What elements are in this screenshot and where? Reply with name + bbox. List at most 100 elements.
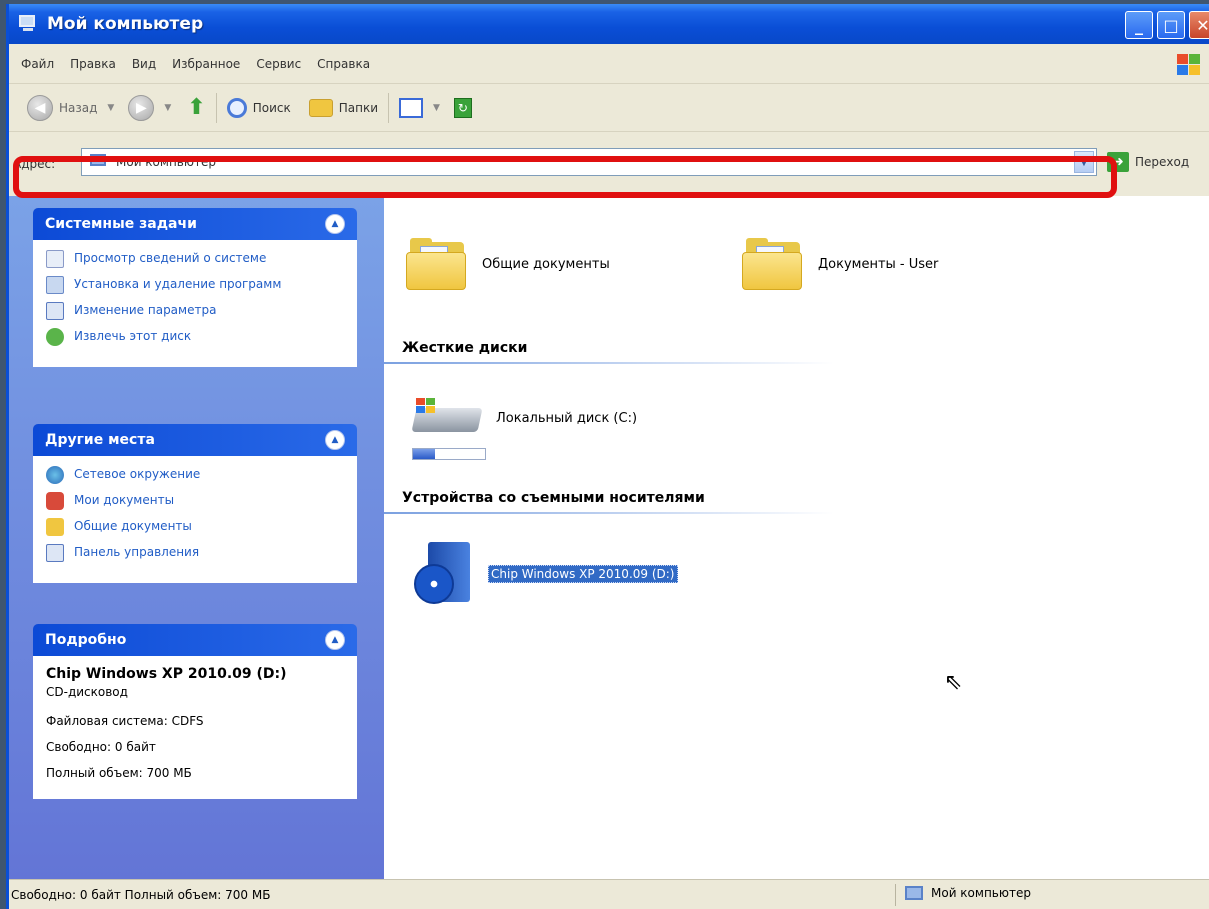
task-label: Установка и удаление программ [74, 277, 282, 291]
views-button[interactable]: ▼ [399, 97, 440, 118]
details-item-name: Chip Windows XP 2010.09 (D:) [46, 666, 287, 682]
task-label: Просмотр сведений о системе [74, 251, 267, 265]
back-arrow-icon: ◀ [27, 94, 53, 121]
drive-usage-bar [412, 448, 486, 460]
menu-bar: Файл Правка Вид Избранное Сервис Справка [9, 44, 1209, 84]
group-header-hard-drives: Жесткие диски [402, 340, 528, 356]
address-bar: Адрес: Мой компьютер ▼ ➜ Переход [9, 132, 1209, 196]
forward-button[interactable]: ▶ ▼ [128, 94, 171, 121]
menu-tools[interactable]: Сервис [256, 57, 301, 71]
control-panel-icon [46, 302, 64, 320]
details-header[interactable]: Подробно ▲ [33, 624, 357, 656]
explorer-window: Мой компьютер _ □ ✕ Файл Правка Вид Избр… [6, 4, 1209, 909]
other-places-header[interactable]: Другие места ▲ [33, 424, 357, 456]
task-label: Изменение параметра [74, 303, 217, 317]
drive-d[interactable]: Chip Windows XP 2010.09 (D:) [414, 542, 678, 606]
folders-icon [308, 98, 333, 117]
forward-dropdown-icon[interactable]: ▼ [164, 103, 171, 113]
toolbar-separator [215, 92, 217, 123]
group-header-removable: Устройства со съемными носителями [402, 490, 705, 506]
place-my-documents[interactable]: Мои документы [46, 492, 344, 510]
folder-user-documents[interactable]: Документы - User [742, 238, 938, 290]
back-label: Назад [59, 100, 98, 115]
collapse-icon[interactable]: ▲ [325, 214, 345, 234]
folder-icon [46, 518, 64, 536]
search-button[interactable]: Поиск [226, 97, 291, 118]
window-title: Мой компьютер [47, 14, 204, 34]
drive-c[interactable]: Локальный диск (C:) [410, 398, 637, 438]
task-add-remove-programs[interactable]: Установка и удаление программ [46, 276, 344, 294]
place-shared-documents[interactable]: Общие документы [46, 518, 344, 536]
title-bar[interactable]: Мой компьютер _ □ ✕ [9, 4, 1209, 44]
address-dropdown-icon[interactable]: ▼ [1074, 151, 1094, 173]
add-remove-programs-icon [46, 276, 64, 294]
go-button[interactable]: ➜ Переход [1107, 152, 1189, 172]
back-button[interactable]: ◀ Назад ▼ [27, 94, 114, 121]
my-computer-icon [19, 15, 39, 33]
details-free-space: Свободно: 0 байт [46, 740, 156, 754]
system-tasks-title: Системные задачи [45, 216, 197, 232]
place-control-panel[interactable]: Панель управления [46, 544, 344, 562]
place-network[interactable]: Сетевое окружение [46, 466, 344, 484]
folder-shared-documents[interactable]: Общие документы [406, 238, 610, 290]
up-button[interactable]: ⬆ [187, 95, 205, 120]
standard-toolbar: ◀ Назад ▼ ▶ ▼ ⬆ Поиск Папки ▼ ↻ [9, 84, 1209, 132]
back-dropdown-icon[interactable]: ▼ [107, 103, 114, 113]
group-divider [384, 512, 834, 514]
details-item-type: CD-дисковод [46, 685, 128, 699]
folder-icon [742, 238, 804, 290]
go-arrow-icon: ➜ [1107, 152, 1129, 172]
folders-label: Папки [338, 100, 378, 115]
search-icon [226, 97, 247, 118]
details-filesystem: Файловая система: CDFS [46, 714, 204, 728]
other-places-panel: Другие места ▲ Сетевое окружение Мои док… [33, 424, 357, 583]
address-input[interactable]: Мой компьютер ▼ [81, 148, 1097, 176]
views-dropdown-icon[interactable]: ▼ [433, 103, 440, 113]
menu-edit[interactable]: Правка [70, 57, 116, 71]
task-pane: Системные задачи ▲ Просмотр сведений о с… [9, 196, 384, 879]
status-location: Мой компьютер [905, 886, 1031, 900]
system-tasks-panel: Системные задачи ▲ Просмотр сведений о с… [33, 208, 357, 367]
hard-drive-icon [410, 398, 483, 438]
close-button[interactable]: ✕ [1189, 11, 1209, 39]
task-eject-disk[interactable]: Извлечь этот диск [46, 328, 344, 346]
search-label: Поиск [252, 100, 291, 115]
refresh-icon: ↻ [453, 97, 472, 118]
control-panel-icon [46, 544, 64, 562]
folders-button[interactable]: Папки [308, 98, 378, 117]
details-title: Подробно [45, 632, 127, 648]
menu-help[interactable]: Справка [317, 57, 370, 71]
other-places-body: Сетевое окружение Мои документы Общие до… [33, 456, 357, 583]
forward-arrow-icon: ▶ [128, 94, 155, 121]
menu-favorites[interactable]: Избранное [172, 57, 240, 71]
folder-icon [406, 238, 468, 290]
status-location-label: Мой компьютер [931, 886, 1031, 900]
cd-drive-icon [414, 542, 474, 606]
place-label: Сетевое окружение [74, 467, 201, 481]
menu-view[interactable]: Вид [132, 57, 156, 71]
place-label: Мои документы [74, 493, 175, 507]
network-icon [46, 466, 64, 484]
file-view[interactable]: Общие документы Документы - User Жесткие… [384, 196, 1209, 879]
folder-label: Документы - User [818, 256, 939, 272]
maximize-button[interactable]: □ [1157, 11, 1185, 39]
minimize-button[interactable]: _ [1125, 11, 1153, 39]
go-label: Переход [1135, 155, 1190, 169]
mouse-cursor-icon: ⇖ [944, 670, 963, 695]
collapse-icon[interactable]: ▲ [325, 630, 345, 650]
drive-usage-fill [413, 449, 435, 459]
details-body: Chip Windows XP 2010.09 (D:) CD-дисковод… [33, 656, 357, 799]
toolbar-separator [388, 92, 389, 123]
other-places-title: Другие места [45, 432, 155, 448]
refresh-button[interactable]: ↻ [453, 97, 472, 118]
place-label: Панель управления [74, 545, 200, 559]
system-tasks-header[interactable]: Системные задачи ▲ [33, 208, 357, 240]
address-value: Мой компьютер [116, 155, 216, 169]
task-system-info[interactable]: Просмотр сведений о системе [46, 250, 344, 268]
place-label: Общие документы [74, 519, 192, 533]
folder-label: Общие документы [482, 256, 610, 272]
menu-file[interactable]: Файл [21, 57, 54, 71]
task-change-setting[interactable]: Изменение параметра [46, 302, 344, 320]
drive-label: Локальный диск (C:) [496, 410, 638, 426]
collapse-icon[interactable]: ▲ [325, 430, 345, 450]
